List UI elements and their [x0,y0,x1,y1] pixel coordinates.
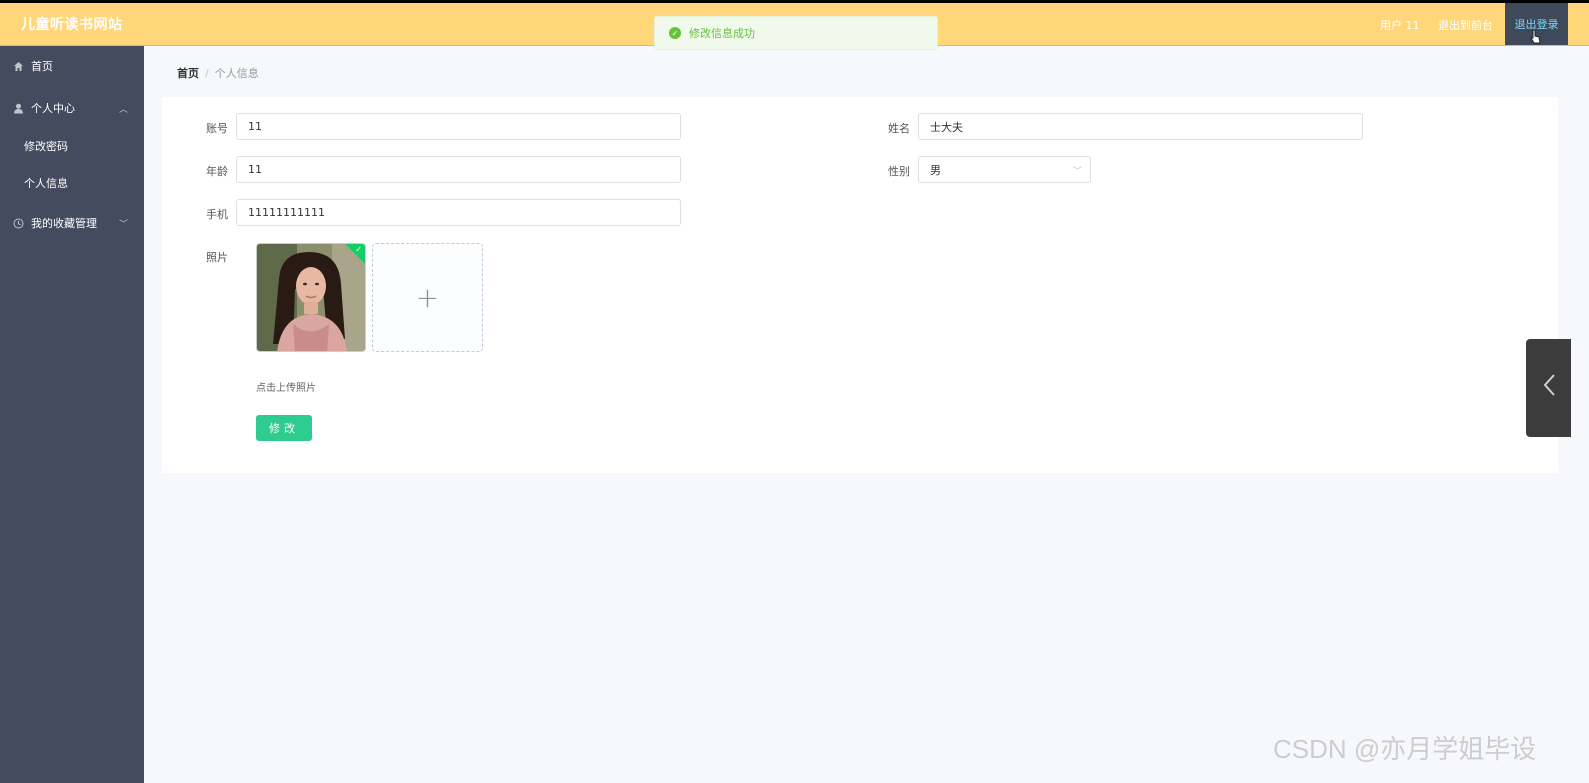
account-input[interactable]: 11 [236,113,681,140]
exit-to-frontend-link[interactable]: 退出到前台 [1438,17,1493,33]
user-icon [12,102,24,114]
breadcrumb-home[interactable]: 首页 [177,67,199,80]
plus-icon: + [415,281,440,314]
gender-select[interactable]: 男 ﹀ [918,156,1091,183]
user-label: 用户 11 [1380,19,1420,32]
age-label: 年龄 [206,165,228,178]
phone-label: 手机 [206,208,228,221]
breadcrumb: 首页 / 个人信息 [177,65,259,81]
gender-value: 男 [930,163,941,177]
sidebar-item-personal-center[interactable]: 个人中心 ︿ [0,90,144,126]
phone-input[interactable]: 11111111111 [236,199,681,226]
chevron-left-icon [1542,373,1556,404]
sidebar-item-label: 修改密码 [24,140,68,153]
sidebar-item-label: 我的收藏管理 [31,217,97,230]
sidebar-item-home[interactable]: 首页 [0,48,144,84]
site-title: 儿童听读书网站 [21,17,123,33]
portrait-image [257,244,365,351]
home-icon [12,60,24,72]
uploaded-photo[interactable]: ✓ [256,243,366,352]
pointer-cursor-icon [1530,29,1542,45]
breadcrumb-current: 个人信息 [214,67,259,80]
success-toast: ✓ 修改信息成功 [654,16,938,50]
photo-label: 照片 [206,251,228,264]
watermark: CSDN @亦月学姐毕设 [1273,734,1537,764]
check-circle-icon: ✓ [669,27,681,39]
sidebar-item-change-password[interactable]: 修改密码 [0,128,144,164]
age-input[interactable]: 11 [236,156,681,183]
sidebar-item-label: 个人中心 [31,102,75,115]
clock-icon [12,217,24,229]
sidebar-item-label: 个人信息 [24,177,68,190]
name-input[interactable]: 士大夫 [918,113,1363,140]
main-content: 首页 / 个人信息 账号 11 姓名 士大夫 年龄 11 性别 男 ﹀ 手机 111… [144,46,1589,783]
breadcrumb-separator: / [205,67,209,80]
toast-message: 修改信息成功 [689,27,755,40]
sidebar-item-label: 首页 [31,60,53,73]
gender-label: 性别 [888,165,910,178]
sidebar: 首页 个人中心 ︿ 修改密码 个人信息 我的收藏管理 ﹀ [0,46,144,783]
chevron-up-icon: ︿ [118,104,128,115]
sidebar-item-personal-info[interactable]: 个人信息 [0,165,144,201]
submit-button[interactable]: 修改 [256,415,312,441]
sidebar-item-favorites[interactable]: 我的收藏管理 ﹀ [0,205,144,241]
upload-photo-button[interactable]: + [372,243,483,352]
profile-form-card: 账号 11 姓名 士大夫 年龄 11 性别 男 ﹀ 手机 11111111111… [162,97,1558,473]
chevron-down-icon: ﹀ [118,219,128,230]
upload-tip: 点击上传照片 [256,383,316,394]
check-icon: ✓ [355,245,362,254]
account-label: 账号 [206,122,228,135]
collapse-panel-tab[interactable] [1526,339,1571,437]
name-label: 姓名 [888,122,910,135]
chevron-down-icon: ﹀ [1072,167,1082,177]
